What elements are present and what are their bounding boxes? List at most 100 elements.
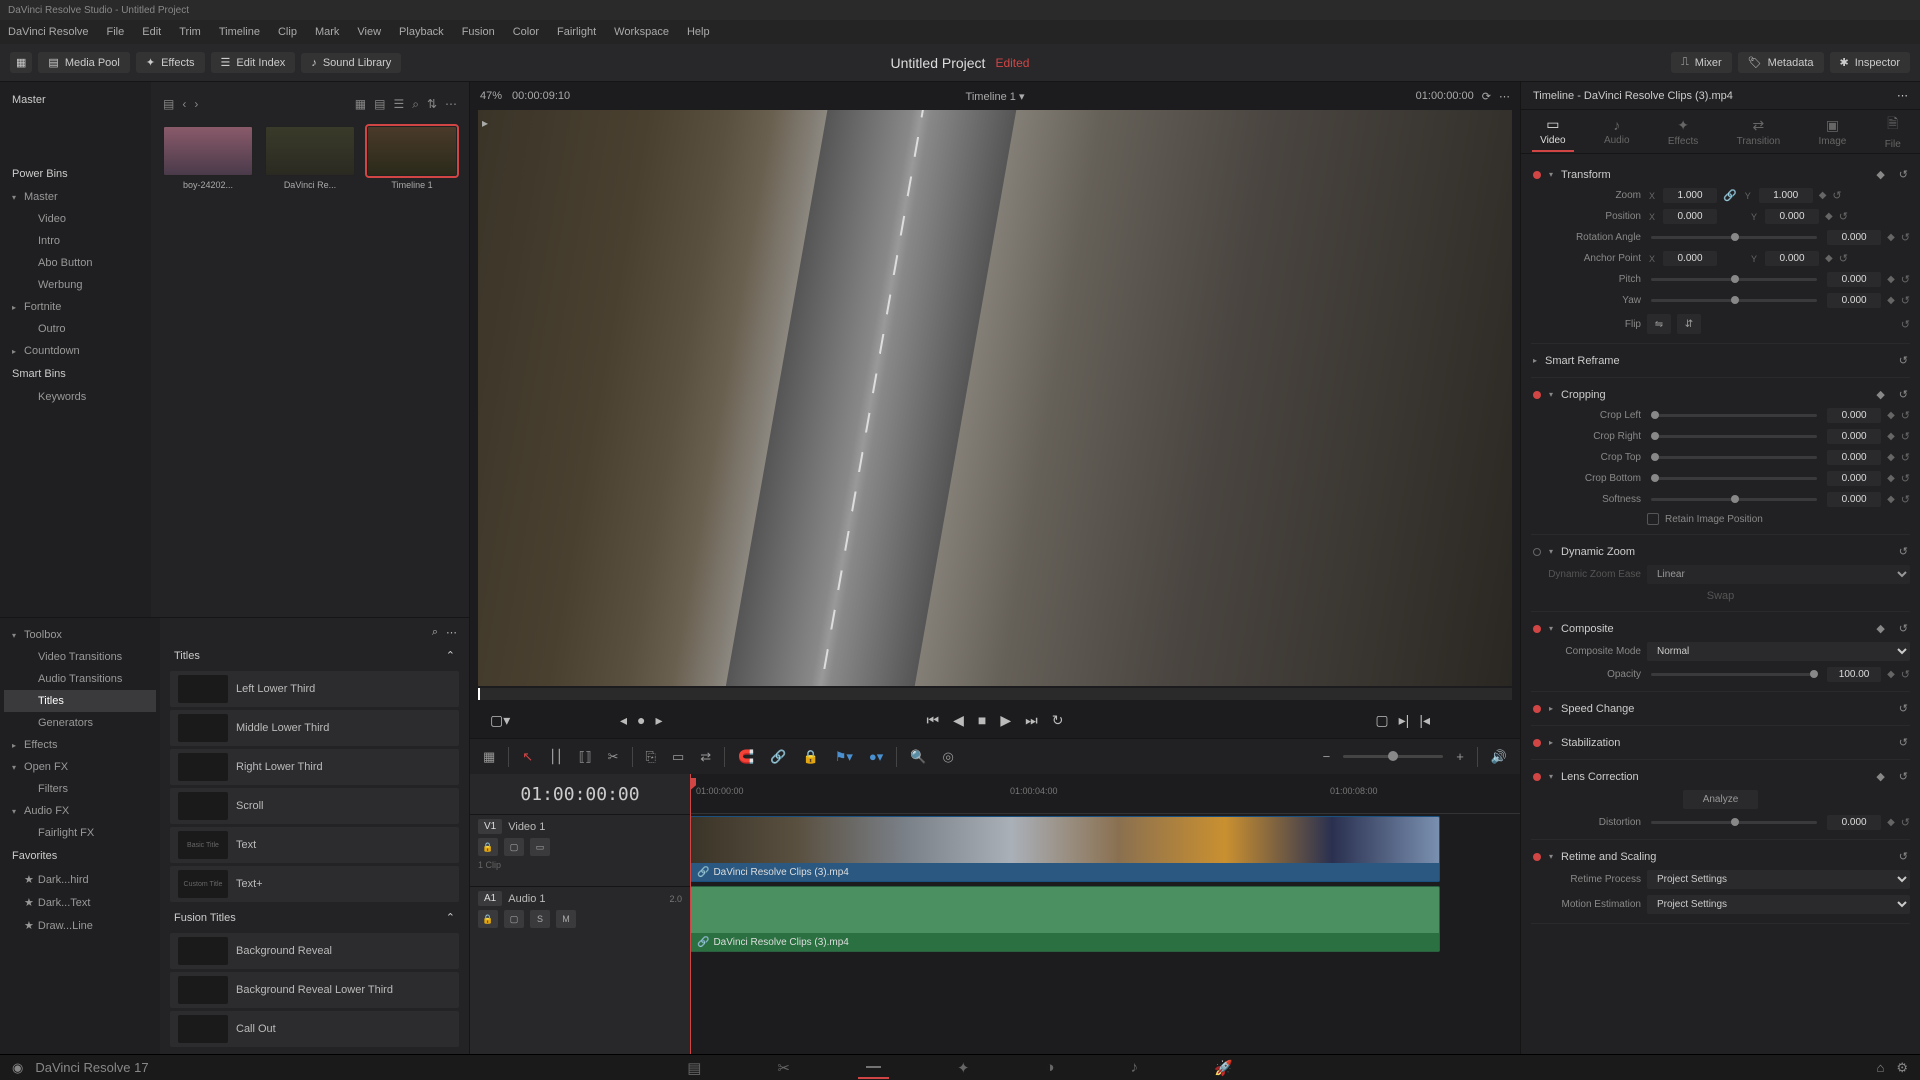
zoom-x-value[interactable]: 1.000 — [1663, 188, 1717, 203]
keyframe-icon[interactable]: ◆ — [1887, 817, 1895, 828]
reset-icon[interactable]: ↺ — [1899, 736, 1908, 749]
timeline-audio-clip[interactable]: 🔗DaVinci Resolve Clips (3).mp4 — [690, 886, 1440, 952]
list-view-icon[interactable]: ☰ — [393, 97, 404, 111]
fx-category[interactable]: ▾Open FX — [4, 756, 156, 778]
bin-item[interactable]: ▸Fortnite — [4, 296, 147, 318]
reset-icon[interactable]: ↺ — [1901, 451, 1910, 464]
keyframe-icon[interactable]: ◆ — [1876, 622, 1884, 635]
zoom-y-value[interactable]: 1.000 — [1759, 188, 1813, 203]
composite-header[interactable]: ▾Composite◆↺ — [1531, 618, 1910, 639]
keyframe-icon[interactable]: ◆ — [1887, 410, 1895, 421]
media-clip[interactable]: DaVinci Re... — [265, 126, 355, 190]
track-lock-icon[interactable]: 🔒 — [478, 910, 498, 928]
smart-reframe-header[interactable]: ▸Smart Reframe↺ — [1531, 350, 1910, 371]
favorite-item[interactable]: ★ Dark...Text — [4, 891, 156, 914]
bin-item[interactable]: Keywords — [4, 386, 147, 408]
stop-icon[interactable]: ■ — [978, 712, 986, 728]
composite-mode-select[interactable]: Normal — [1647, 642, 1910, 661]
smart-bins-header[interactable]: Smart Bins — [4, 362, 147, 386]
home-icon[interactable]: ⌂ — [1876, 1060, 1884, 1076]
media-page-button[interactable]: ▤ — [679, 1057, 709, 1079]
keyframe-icon[interactable]: ◆ — [1819, 190, 1827, 201]
opacity-slider[interactable] — [1651, 673, 1817, 676]
menu-item[interactable]: Trim — [179, 26, 201, 38]
menu-item[interactable]: Edit — [142, 26, 161, 38]
keyframe-icon[interactable]: ◆ — [1887, 295, 1895, 306]
tab-video[interactable]: ▭Video — [1532, 112, 1573, 152]
track-auto-select-icon[interactable]: ▢ — [504, 910, 524, 928]
media-clip[interactable]: boy-24202... — [163, 126, 253, 190]
metadata-button[interactable]: 🏷Metadata — [1738, 52, 1824, 73]
audio-monitor-icon[interactable]: 🔊 — [1488, 746, 1510, 768]
detail-zoom-icon[interactable]: ◎ — [939, 746, 956, 768]
softness-slider[interactable] — [1651, 498, 1817, 501]
crop-left-slider[interactable] — [1651, 414, 1817, 417]
pitch-value[interactable]: 0.000 — [1827, 272, 1881, 287]
effects-button[interactable]: ✦Effects — [136, 52, 205, 73]
viewer-sync-icon[interactable]: ⟳ — [1482, 90, 1491, 103]
menu-item[interactable]: Playback — [399, 26, 444, 38]
fx-category[interactable]: Fairlight FX — [4, 822, 156, 844]
nav-back-icon[interactable]: ‹ — [182, 97, 186, 111]
insert-clip-icon[interactable]: ⎘ — [643, 746, 659, 768]
fx-category[interactable]: Generators — [4, 712, 156, 734]
reset-icon[interactable]: ↺ — [1901, 430, 1910, 443]
tab-transition[interactable]: ⇄Transition — [1729, 113, 1789, 151]
deliver-page-button[interactable]: 🚀 — [1206, 1057, 1241, 1079]
timeline-ruler[interactable]: 01:00:00:00 01:00:04:00 01:00:08:00 — [690, 774, 1520, 814]
yaw-slider[interactable] — [1651, 299, 1817, 302]
dynamic-zoom-header[interactable]: ▾Dynamic Zoom↺ — [1531, 541, 1910, 562]
bin-item[interactable]: Outro — [4, 318, 147, 340]
menu-item[interactable]: Clip — [278, 26, 297, 38]
anchor-x-value[interactable]: 0.000 — [1663, 251, 1717, 266]
anchor-y-value[interactable]: 0.000 — [1765, 251, 1819, 266]
keyframe-icon[interactable]: ◆ — [1876, 770, 1884, 783]
title-preset[interactable]: Middle Lower Third — [170, 710, 459, 746]
lens-correction-header[interactable]: ▾Lens Correction◆↺ — [1531, 766, 1910, 787]
chevron-down-icon[interactable]: ▾ — [1019, 91, 1025, 103]
tab-image[interactable]: ▣Image — [1811, 113, 1855, 151]
zoom-range-icon[interactable]: 🔍 — [907, 746, 929, 768]
viewer-mode-icon[interactable]: ▢▾ — [490, 712, 510, 729]
tab-effects[interactable]: ✦Effects — [1660, 113, 1706, 151]
collapse-icon[interactable]: ⌃ — [446, 911, 455, 924]
play-icon[interactable]: ▶ — [1000, 712, 1011, 729]
keyframe-icon[interactable]: ◆ — [1876, 168, 1884, 181]
stabilization-header[interactable]: ▸Stabilization↺ — [1531, 732, 1910, 753]
rotation-slider[interactable] — [1651, 236, 1817, 239]
menu-item[interactable]: DaVinci Resolve — [8, 26, 89, 38]
options-icon[interactable]: ⋯ — [445, 97, 457, 111]
reset-icon[interactable]: ↺ — [1901, 493, 1910, 506]
zoom-in-icon[interactable]: + — [1453, 746, 1467, 767]
replace-clip-icon[interactable]: ⇄ — [697, 746, 714, 768]
bin-item[interactable]: Video — [4, 208, 147, 230]
motion-estimation-select[interactable]: Project Settings — [1647, 895, 1910, 914]
pos-y-value[interactable]: 0.000 — [1765, 209, 1819, 224]
reset-icon[interactable]: ↺ — [1832, 189, 1841, 202]
viewer-title[interactable]: Timeline 1 — [966, 91, 1016, 103]
viewer-canvas[interactable]: ▸ — [478, 110, 1512, 686]
sort-icon[interactable]: ⇅ — [427, 97, 437, 111]
track-lock-icon[interactable]: 🔒 — [478, 838, 498, 856]
go-start-icon[interactable]: ⏮ — [927, 712, 940, 729]
titles-section-header[interactable]: Titles⌃ — [164, 643, 465, 668]
reset-icon[interactable]: ↺ — [1901, 294, 1910, 307]
prev-marker-icon[interactable]: ◂ — [620, 712, 627, 729]
sound-library-button[interactable]: ♪Sound Library — [301, 53, 401, 73]
marker-icon[interactable]: ● — [637, 712, 645, 729]
reset-icon[interactable]: ↺ — [1899, 622, 1908, 635]
distortion-slider[interactable] — [1651, 821, 1817, 824]
reset-icon[interactable]: ↺ — [1901, 668, 1910, 681]
options-icon[interactable]: ⋯ — [446, 626, 457, 639]
reset-icon[interactable]: ↺ — [1899, 354, 1908, 367]
layout-icon[interactable]: ▦ — [10, 52, 32, 73]
yaw-value[interactable]: 0.000 — [1827, 293, 1881, 308]
analyze-button[interactable]: Analyze — [1683, 790, 1759, 809]
favorites-header[interactable]: Favorites — [4, 844, 156, 868]
next-edit-icon[interactable]: ▸| — [1399, 712, 1410, 729]
ease-select[interactable]: Linear — [1647, 565, 1910, 584]
pos-x-value[interactable]: 0.000 — [1663, 209, 1717, 224]
track-mute-icon[interactable]: M — [556, 910, 576, 928]
reset-icon[interactable]: ↺ — [1899, 168, 1908, 181]
video-track-header[interactable]: V1Video 1 🔒▢▭ 1 Clip — [470, 814, 690, 886]
